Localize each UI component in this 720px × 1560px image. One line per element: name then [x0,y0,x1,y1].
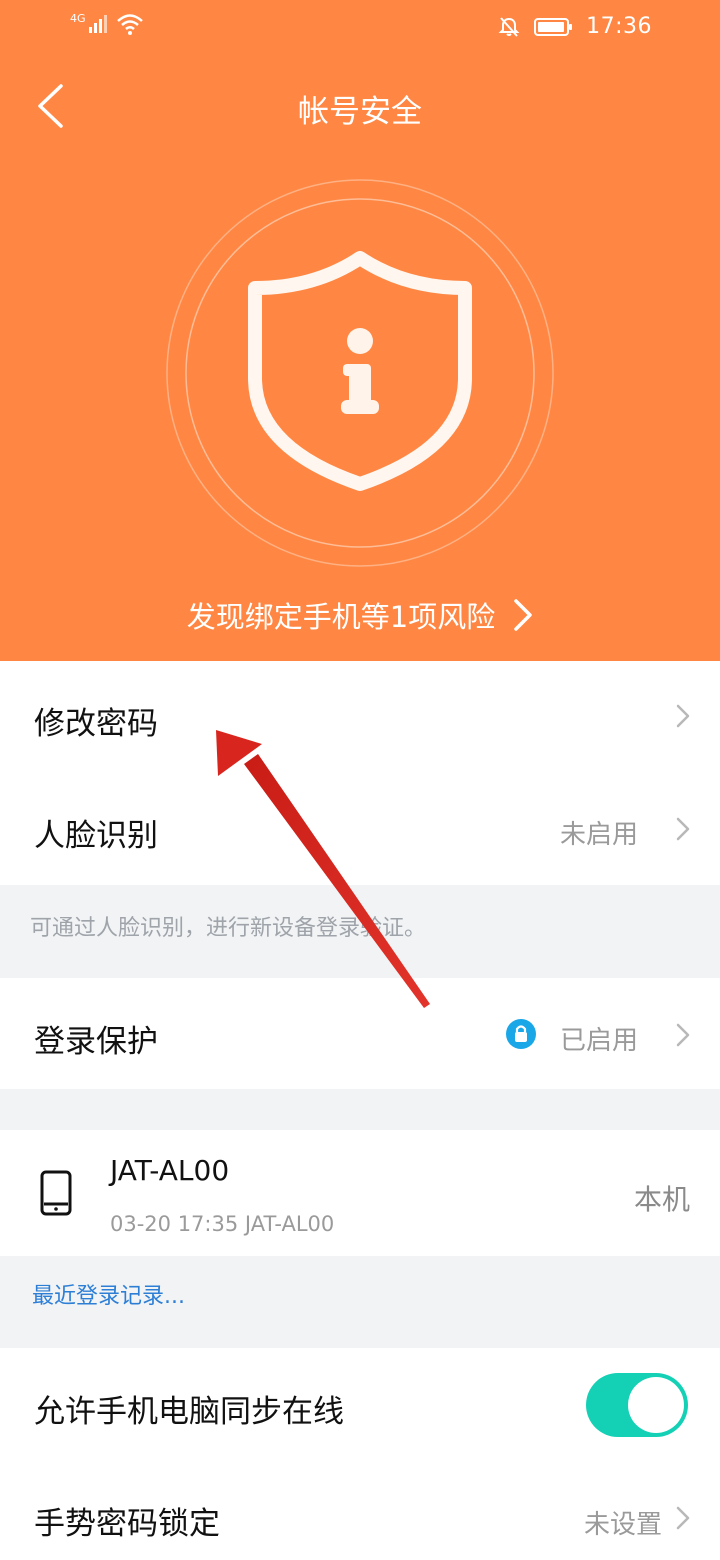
device-name: JAT-AL00 [110,1154,230,1187]
chevron-right-icon [513,598,533,632]
face-recognition-row[interactable]: 人脸识别 未启用 [0,773,720,885]
chevron-right-icon [676,1506,690,1534]
chevron-right-icon [676,704,690,732]
chevron-right-icon [676,1023,690,1051]
device-row[interactable]: JAT-AL00 03-20 17:35 JAT-AL00 本机 [0,1130,720,1256]
current-device-tag: 本机 [633,1183,690,1216]
shield-illustration [165,178,555,568]
page-title: 帐号安全 [298,94,422,130]
login-protection-label: 登录保护 [34,1024,158,1060]
face-recognition-label: 人脸识别 [34,818,158,854]
bell-off-icon [498,16,520,37]
sync-online-toggle[interactable] [586,1373,688,1437]
face-recognition-status: 未启用 [559,820,638,850]
security-header: 4G 17:36 帐号安全 发现绑定手机等1项风险 [0,0,720,661]
risk-banner[interactable]: 发现绑定手机等1项风险 [0,590,720,640]
signal-icon [88,15,107,33]
gesture-lock-status: 未设置 [583,1510,662,1540]
phone-icon [40,1170,72,1220]
network-type: 4G [70,12,86,25]
navigation-bar: 帐号安全 [0,64,720,148]
gesture-lock-label: 手势密码锁定 [34,1506,220,1542]
lock-badge-icon [506,1019,536,1049]
login-protection-row[interactable]: 登录保护 已启用 [0,978,720,1089]
risk-text: 发现绑定手机等1项风险 [186,600,496,634]
device-detail: 03-20 17:35 JAT-AL00 [110,1212,335,1236]
face-hint-text: 可通过人脸识别，进行新设备登录验证。 [30,916,427,941]
status-right: 17:36 [498,14,652,39]
status-bar: 4G 17:36 [0,0,720,56]
battery-icon [534,17,573,36]
status-left: 4G [70,12,144,36]
gesture-lock-row[interactable]: 手势密码锁定 未设置 [0,1460,720,1560]
sync-online-row: 允许手机电脑同步在线 [0,1348,720,1460]
chevron-right-icon [676,817,690,845]
change-password-row[interactable]: 修改密码 [0,661,720,773]
login-protection-status: 已启用 [559,1026,638,1056]
clock: 17:36 [586,14,652,39]
toggle-knob [628,1377,684,1433]
recent-login-records-link[interactable]: 最近登录记录... [32,1278,185,1310]
sync-online-label: 允许手机电脑同步在线 [34,1394,344,1430]
change-password-label: 修改密码 [34,706,158,742]
wifi-icon [116,14,143,35]
shield-info-icon [166,179,554,567]
